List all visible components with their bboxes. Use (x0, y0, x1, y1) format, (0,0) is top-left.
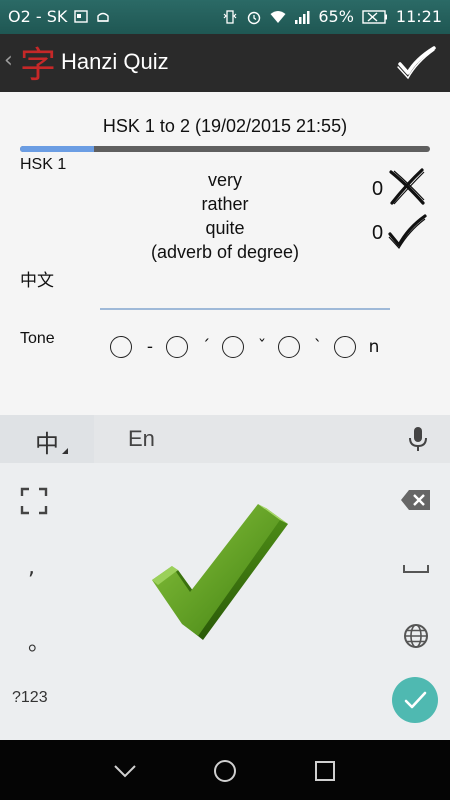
enter-check-icon (404, 691, 427, 709)
wifi-icon (270, 10, 286, 23)
meaning-line: rather (201, 194, 249, 214)
meaning-line: very (207, 170, 242, 190)
tone-options: - ´ ˇ ` n (110, 334, 390, 360)
wrong-count: 0 (372, 178, 384, 200)
hanzi-input[interactable] (100, 288, 390, 310)
tone-option-1[interactable]: - (110, 336, 160, 358)
back-chevron-icon[interactable]: ‹ (4, 48, 13, 73)
back-nav-icon[interactable] (112, 758, 138, 784)
hanzi-label: 中文 (20, 271, 54, 291)
android-icon (97, 12, 110, 22)
hsk-level-label: HSK 1 (20, 156, 67, 173)
status-left: O2 - SK (8, 7, 111, 26)
navigation-bar (0, 740, 450, 800)
status-right: 65% 11:21 (222, 7, 442, 26)
right-count: 0 (372, 222, 384, 244)
quiz-title: HSK 1 to 2 (19/02/2015 21:55) (102, 116, 348, 136)
recents-nav-icon[interactable] (312, 758, 338, 784)
tone-option-4[interactable]: ` (278, 336, 328, 358)
numbers-key[interactable]: ?123 (12, 689, 48, 707)
battery-percent: 65% (318, 7, 354, 26)
quiz-progress-fill (20, 146, 94, 152)
keyboard-top-bar: 中 En (0, 415, 450, 463)
alarm-icon (248, 11, 261, 24)
meaning-line: quite (205, 218, 245, 238)
app-logo[interactable]: 字 (18, 40, 58, 86)
wrong-x-icon (389, 168, 425, 205)
quiz-panel: HSK 1 to 2 (19/02/2015 21:55) HSK 1 very… (0, 92, 450, 415)
comma-key[interactable]: , (28, 555, 35, 580)
tone-mark: ´ (201, 337, 211, 357)
fullscreen-icon[interactable] (20, 487, 48, 515)
big-check-icon (152, 504, 288, 640)
globe-icon[interactable] (402, 622, 430, 650)
tone-option-neutral[interactable]: n (334, 336, 384, 358)
checkmark-icon[interactable] (394, 42, 438, 84)
period-key[interactable]: 。 (28, 625, 50, 657)
backspace-icon[interactable] (400, 488, 432, 512)
tone-mark: - (146, 337, 154, 357)
meanings: very rather quite (adverb of degree) (110, 168, 340, 264)
vibrate-icon (223, 9, 237, 24)
enter-button[interactable] (392, 677, 438, 723)
app-title: Hanzi Quiz (61, 49, 169, 74)
tone-mark: ` (313, 337, 323, 357)
microphone-icon[interactable] (406, 425, 430, 453)
tone-radio[interactable] (110, 336, 132, 358)
status-bar: O2 - SK 65% 11:21 (0, 0, 450, 34)
tone-mark: n (368, 337, 380, 357)
tone-label: Tone (20, 330, 55, 347)
battery-icon (362, 9, 387, 24)
tone-radio[interactable] (278, 336, 300, 358)
signal-icon (295, 10, 310, 24)
tone-option-3[interactable]: ˇ (222, 336, 272, 358)
action-bar: ‹ 字 Hanzi Quiz (0, 34, 450, 92)
tone-mark: ˇ (257, 337, 267, 357)
tone-option-2[interactable]: ´ (166, 336, 216, 358)
clock: 11:21 (395, 7, 442, 26)
space-key-icon[interactable] (402, 561, 430, 575)
right-check-icon (388, 214, 427, 250)
notification-icon (74, 9, 89, 23)
input-mode-triangle-icon (62, 448, 68, 454)
english-input-key[interactable]: En (128, 426, 155, 452)
chinese-input-key[interactable]: 中 (0, 415, 94, 463)
tone-radio[interactable] (166, 336, 188, 358)
home-nav-icon[interactable] (212, 758, 238, 784)
quiz-progress-bar (20, 146, 430, 152)
meaning-line: (adverb of degree) (150, 242, 300, 262)
chinese-input-label: 中 (35, 430, 59, 458)
tone-radio[interactable] (334, 336, 356, 358)
carrier-label: O2 - SK (8, 7, 68, 26)
tone-radio[interactable] (222, 336, 244, 358)
